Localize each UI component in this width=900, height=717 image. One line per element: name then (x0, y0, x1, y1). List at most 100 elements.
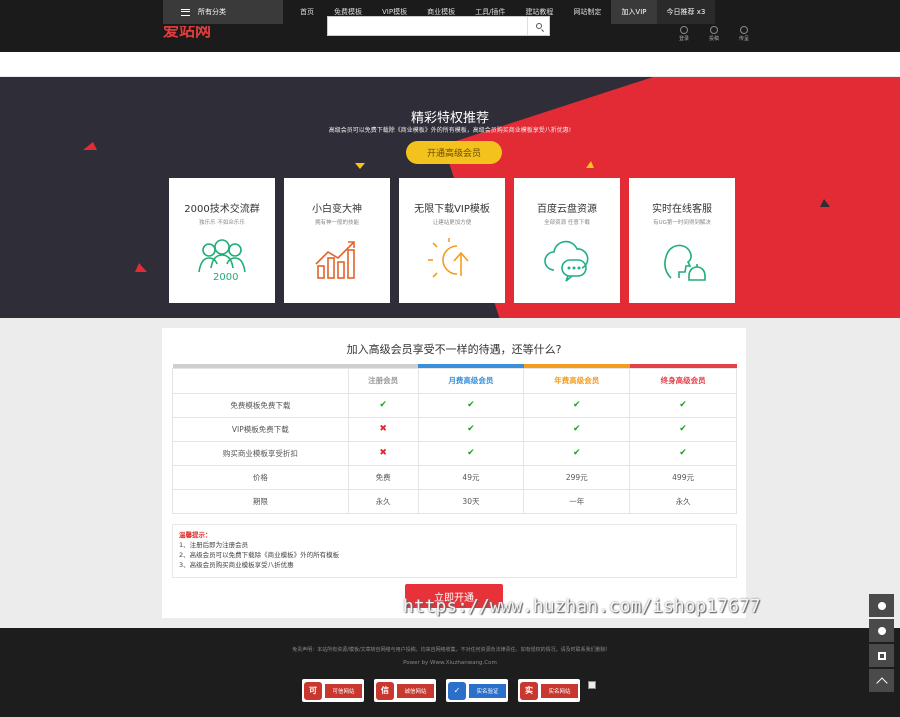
decor-triangle (820, 199, 830, 207)
panel-title: 加入高级会员享受不一样的待遇，还等什么? (346, 343, 562, 356)
table-cell: 一年 (523, 488, 631, 514)
privilege-card: 实时在线客服 有UG第一时间得到解决 (629, 178, 735, 303)
trust-badge[interactable]: 实 实名网站 (518, 679, 580, 702)
privilege-card: 2000技术交流群 独乐乐 不如众乐乐 2000 (169, 178, 275, 303)
search-button[interactable] (527, 17, 549, 35)
table-row: 购买商业模板享受折扣 ✖ ✔ ✔ ✔ (172, 440, 737, 466)
check-icon: ✔ (679, 424, 687, 434)
watermark-text: https://www.huzhan.com/ishop17677 (403, 596, 761, 617)
white-strip (0, 52, 900, 76)
user-icon (680, 26, 688, 34)
membership-panel: 加入高级会员享受不一样的待遇，还等什么? 注册会员 月费高级会员 年费高级会员 … (162, 328, 746, 618)
nav-item-custom-site[interactable]: 网站制定 (563, 0, 611, 24)
tip-item: 2、高级会员可以免费下载除《商业模板》外的所有模板 (179, 551, 340, 559)
tips-box: 温馨提示： 1、注册后即为注册会员 2、高级会员可以免费下载除《商业模板》外的所… (172, 524, 737, 578)
feature-cell: 免费模板免费下载 (172, 392, 349, 418)
feature-cell: 期限 (172, 488, 349, 514)
card-title: 2000技术交流群 (184, 204, 260, 215)
cross-icon: ✖ (379, 448, 387, 458)
table-cell: ✔ (523, 416, 631, 442)
decor-triangle (586, 161, 594, 168)
group-2000-icon: 2000 (198, 239, 246, 283)
site-logo[interactable]: 爱站网 (163, 26, 211, 40)
table-cell: 49元 (417, 464, 525, 490)
qrcode-icon (877, 651, 886, 660)
badge-icon: 可 (304, 681, 322, 700)
login-button[interactable]: 登录 (675, 26, 693, 42)
growth-chart-icon (315, 241, 355, 279)
qq-button[interactable] (869, 594, 894, 617)
nav-item-home[interactable]: 首页 (290, 0, 324, 24)
header-icons: 登录 投稿 传呈 (675, 26, 753, 42)
cross-icon: ✖ (379, 424, 387, 434)
cloud-chat-icon (544, 240, 589, 282)
table-cell: 299元 (523, 464, 631, 490)
decor-triangle (135, 263, 147, 272)
feature-cell: 购买商业模板享受折扣 (172, 440, 349, 466)
card-desc: 有UG第一时间得到解决 (653, 220, 711, 226)
table-cell: ✔ (417, 392, 525, 418)
share-button[interactable]: 传呈 (735, 26, 753, 42)
table-cell: ✖ (347, 440, 419, 466)
feature-cell: VIP模板免费下载 (172, 416, 349, 442)
qrcode-button[interactable] (869, 644, 894, 667)
table-cell: 30天 (417, 488, 525, 514)
table-cell: ✔ (523, 392, 631, 418)
privilege-card: 百度云盘资源 全部资源 任意下载 (514, 178, 620, 303)
submit-label: 投稿 (708, 36, 719, 42)
back-to-top-button[interactable] (869, 669, 894, 692)
tip-item: 3、高级会员购买商业模板享受八折优惠 (179, 561, 294, 569)
check-icon: ✔ (679, 448, 687, 458)
trust-badge[interactable]: 信 诚信网站 (374, 679, 436, 702)
check-icon: ✔ (467, 400, 475, 410)
trust-badge[interactable]: ✓ 实名验证 (446, 679, 508, 702)
table-cell: ✖ (347, 416, 419, 442)
table-cell: ✔ (417, 440, 525, 466)
nav-today-count: x3 (696, 8, 706, 16)
table-cell: 永久 (629, 488, 737, 514)
feature-header (172, 367, 349, 394)
submit-button[interactable]: 投稿 (705, 26, 723, 42)
search-icon (535, 23, 542, 29)
menu-icon (181, 8, 190, 16)
card-desc: 让建站更加方便 (432, 220, 472, 226)
open-vip-button[interactable]: 开通高级会员 (406, 141, 502, 164)
badge-label: 诚信网站 (397, 683, 434, 698)
upload-icon (710, 26, 718, 34)
share-icon (740, 26, 748, 34)
privilege-card: 小白变大神 拥有神一般的技能 (284, 178, 390, 303)
check-icon: ✔ (572, 400, 581, 410)
card-desc: 拥有神一般的技能 (314, 220, 359, 226)
search-input[interactable] (328, 17, 523, 35)
table-cell: ✔ (629, 440, 737, 466)
table-cell: 免费 (347, 464, 419, 490)
table-body: 免费模板免费下载 ✔ ✔ ✔ ✔ VIP模板免费下载 ✖ ✔ ✔ ✔ 购买商业模板享受折扣 ✖ ✔ ✔ ✔ 价… (172, 392, 737, 514)
all-categories-button[interactable]: 所有分类 (163, 0, 283, 24)
decor-triangle (355, 163, 365, 169)
privilege-card: 无限下载VIP模板 让建站更加方便 (399, 178, 505, 303)
card-desc: 独乐乐 不如众乐乐 (199, 220, 245, 226)
badge-label: 实名网站 (541, 683, 578, 698)
feedback-button[interactable] (869, 619, 894, 642)
floating-side-buttons (869, 594, 894, 692)
table-row: VIP模板免费下载 ✖ ✔ ✔ ✔ (172, 416, 737, 442)
nav-today-label: 今日推荐 (666, 8, 695, 16)
table-cell: 永久 (347, 488, 419, 514)
qq-icon (877, 601, 886, 610)
badge-label: 实名验证 (469, 683, 506, 698)
table-cell: ✔ (347, 392, 419, 418)
badge-label: 可信网站 (325, 683, 362, 698)
check-icon: ✔ (679, 400, 687, 410)
table-cell: ✔ (629, 392, 737, 418)
check-icon: ✔ (379, 400, 387, 410)
check-icon: ✔ (572, 424, 581, 434)
check-icon: ✔ (467, 424, 475, 434)
broken-image-icon (588, 681, 596, 689)
privilege-hero: 精彩特权推荐 高级会员可以免费下载除《商业模板》外的所有模板，高级会员购买商业模… (0, 77, 900, 318)
nav-item-join-vip[interactable]: 加入VIP (611, 0, 657, 24)
nav-item-today[interactable]: 今日推荐 x3 (656, 0, 716, 24)
trust-badge[interactable]: 可 可信网站 (302, 679, 364, 702)
edit-icon (877, 626, 886, 635)
all-categories-label: 所有分类 (198, 8, 226, 16)
badge-icon: 信 (376, 681, 394, 700)
